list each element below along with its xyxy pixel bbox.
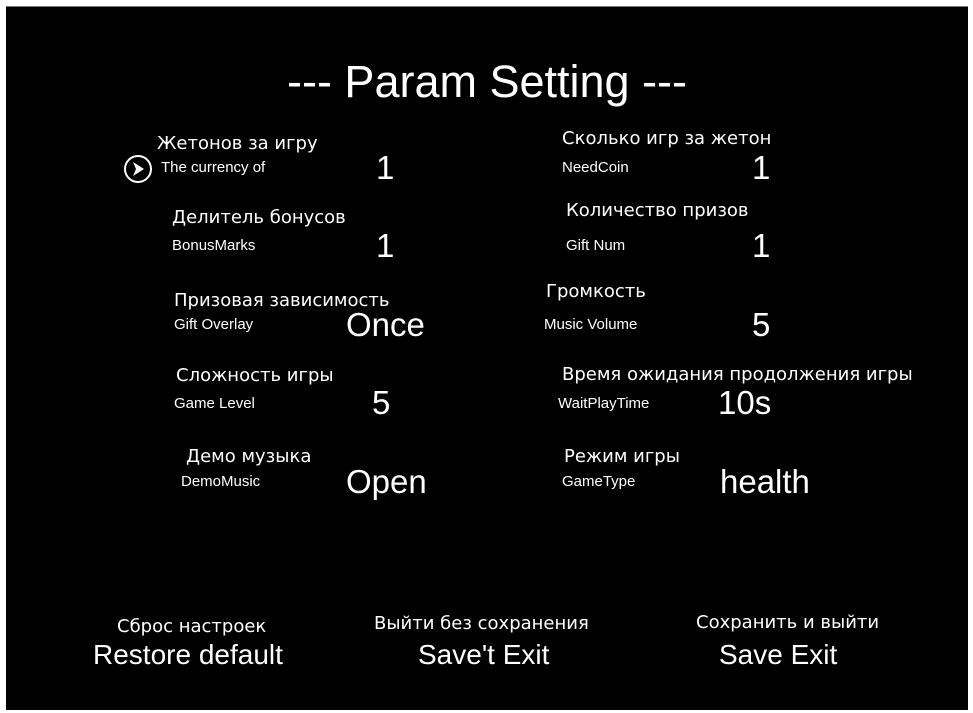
param-label-ru: Громкость	[546, 281, 646, 302]
param-label-en: GameType	[562, 473, 636, 490]
button-label-en: Save't Exit	[418, 639, 550, 670]
page-title: --- Param Setting ---	[286, 56, 688, 107]
param-label-ru: Жетонов за игру	[157, 133, 318, 154]
param-setting-screen: --- Param Setting --- Жетонов за игру Th…	[6, 6, 968, 710]
param-label-en: DemoMusic	[181, 473, 261, 490]
param-label-ru: Количество призов	[566, 200, 749, 221]
button-label-ru: Сброс настроек	[117, 616, 267, 637]
param-value: Once	[346, 306, 425, 343]
param-value: 1	[376, 227, 395, 264]
param-value: 5	[372, 384, 391, 421]
param-value: 1	[752, 149, 771, 186]
param-label-en: NeedCoin	[562, 159, 629, 176]
param-label-ru: Демо музыка	[186, 446, 312, 467]
param-value: health	[720, 463, 810, 500]
chevron-right-circle-icon	[124, 155, 152, 183]
param-label-en: BonusMarks	[172, 237, 256, 254]
param-value: 1	[752, 227, 771, 264]
param-label-en: Music Volume	[544, 316, 638, 333]
button-label-en: Restore default	[93, 639, 283, 670]
button-label-ru: Сохранить и выйти	[696, 612, 880, 633]
param-value: 5	[752, 306, 771, 343]
param-value: 10s	[718, 384, 772, 421]
param-label-en: Gift Num	[566, 237, 626, 254]
button-label-en: Save Exit	[719, 639, 838, 670]
param-value: Open	[346, 463, 427, 500]
param-label-en: Gift Overlay	[174, 316, 254, 333]
param-label-en: Game Level	[174, 395, 255, 412]
param-label-en: The currency of	[161, 159, 266, 176]
param-label-ru: Сколько игр за жетон	[562, 128, 772, 149]
param-label-ru: Время ожидания продолжения игры	[562, 364, 913, 385]
param-label-en: WaitPlayTime	[558, 395, 650, 412]
param-label-ru: Режим игры	[564, 446, 680, 467]
param-label-ru: Делитель бонусов	[172, 207, 346, 228]
param-value: 1	[376, 149, 395, 186]
param-label-ru: Сложность игры	[176, 365, 334, 386]
button-label-ru: Выйти без сохранения	[374, 613, 589, 634]
